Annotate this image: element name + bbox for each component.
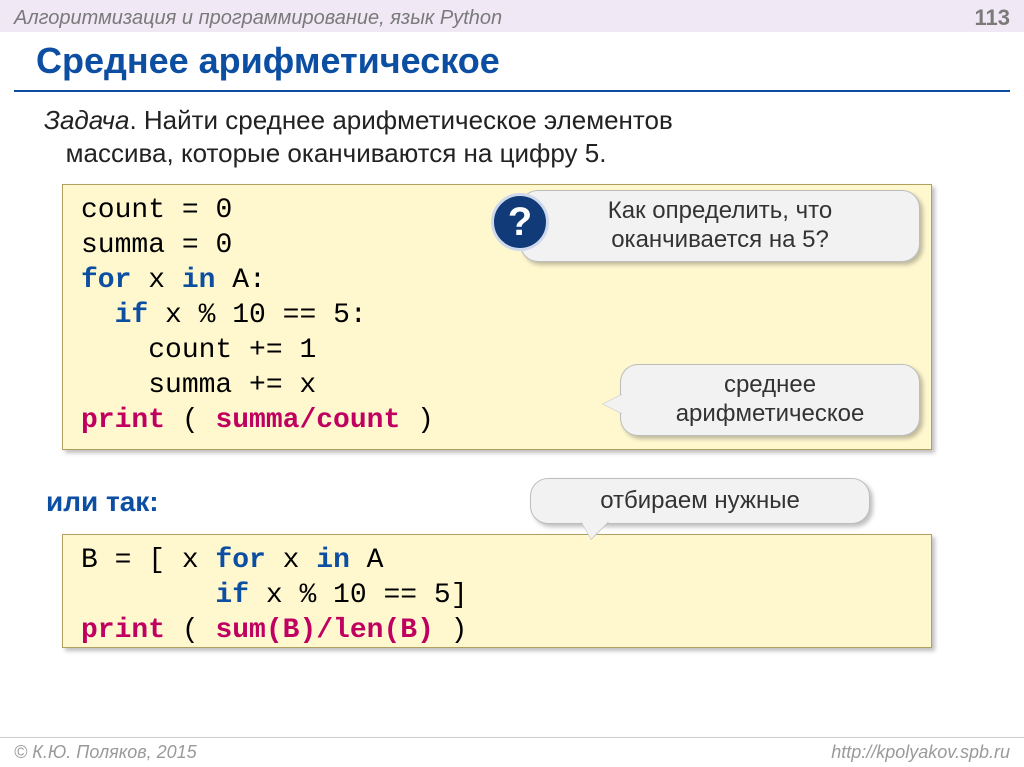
question-mark-icon: ? (491, 193, 549, 251)
footer-url: http://kpolyakov.spb.ru (831, 742, 1010, 763)
topbar: Алгоритмизация и программирование, язык … (0, 0, 1024, 32)
title-block: Среднее арифметическое (14, 40, 1010, 92)
code-block-2: B = [ x for x in A if x % 10 == 5] print… (62, 534, 932, 648)
title-divider (14, 90, 1010, 92)
task-label: Задача (44, 105, 129, 135)
page-number: 113 (975, 5, 1011, 31)
callout-mean: среднее арифметическое (620, 364, 920, 436)
callout-mean-text: среднее арифметическое (639, 371, 901, 429)
callout-question: ? Как определить, что оканчивается на 5? (520, 190, 920, 262)
footer: © К.Ю. Поляков, 2015 http://kpolyakov.sp… (0, 737, 1024, 767)
callout-question-text: Как определить, что оканчивается на 5? (539, 197, 901, 255)
callout-select-text: отбираем нужные (600, 487, 800, 516)
footer-copyright: © К.Ю. Поляков, 2015 (14, 742, 197, 763)
task-text: Задача. Найти среднее арифметическое эле… (44, 104, 673, 169)
callout-select: отбираем нужные (530, 478, 870, 524)
or-label: или так: (46, 486, 159, 518)
subject-label: Алгоритмизация и программирование, язык … (14, 7, 502, 30)
task-body: . Найти среднее арифметическое элементов… (44, 105, 673, 168)
page-title: Среднее арифметическое (14, 40, 1010, 88)
